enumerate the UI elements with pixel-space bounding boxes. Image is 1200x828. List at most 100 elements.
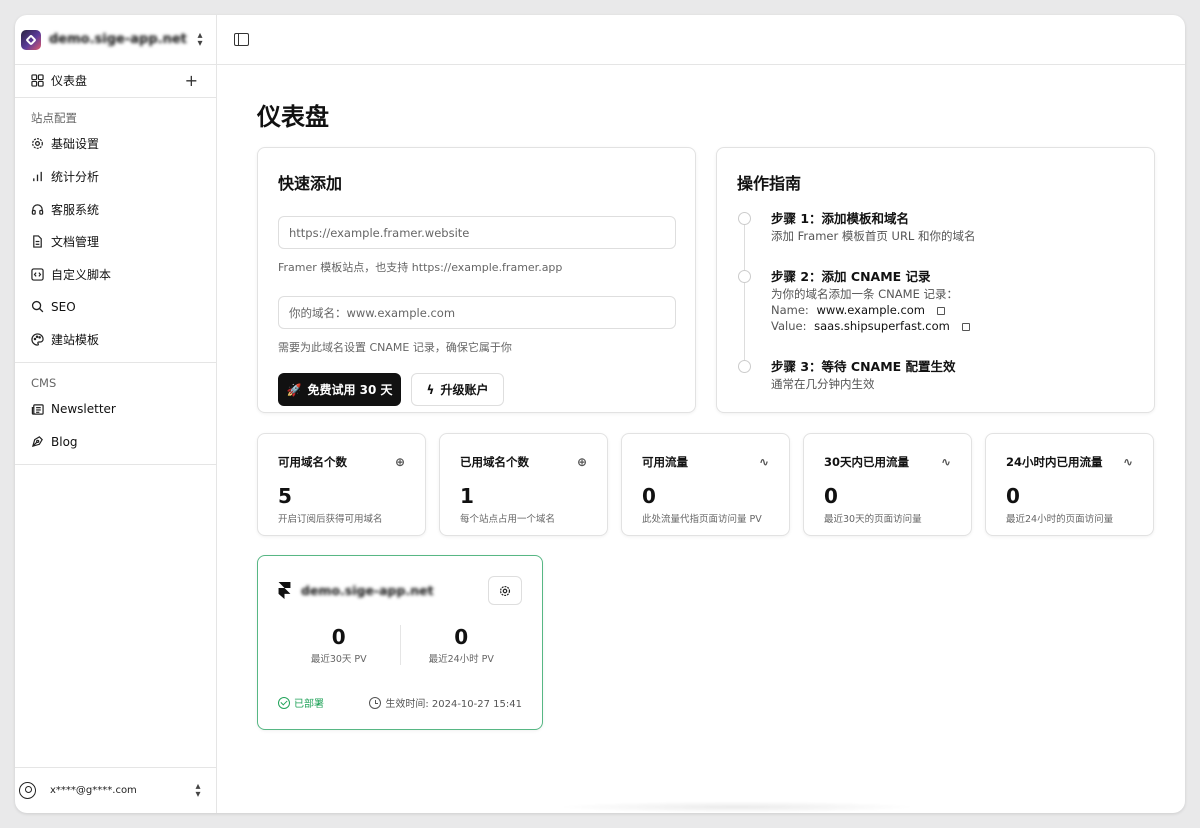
- site-name: demo.sige-app.net: [49, 32, 187, 47]
- add-site-plus-icon[interactable]: +: [185, 71, 198, 90]
- pv-24h-label: 最近24小时 PV: [428, 654, 494, 665]
- template-url-input[interactable]: https://example.framer.website: [278, 216, 676, 249]
- sidebar-item-label: 基础设置: [51, 137, 100, 152]
- sidebar-item-basic-settings[interactable]: 基础设置: [15, 128, 216, 161]
- stat-value: 0: [642, 484, 656, 508]
- step-desc: 通常在几分钟内生效: [771, 377, 875, 391]
- kv-label: Name:: [771, 303, 809, 317]
- sidebar-item-label: 建站模板: [51, 332, 100, 347]
- stat-subtitle: 最近24小时的页面访问量: [1006, 514, 1114, 525]
- copy-icon[interactable]: [936, 307, 945, 315]
- stat-value: 5: [278, 484, 292, 508]
- site-name: demo.sige-app.net: [301, 583, 434, 598]
- sidebar-item-support[interactable]: 客服系统: [15, 193, 216, 226]
- section-title: 站点配置: [31, 110, 77, 125]
- stat-card-available-traffic: 可用流量 ∿ 0 此处流量代指页面访问量 PV: [621, 433, 790, 536]
- stat-card-available-domains: 可用域名个数 ⊕ 5 开启订阅后获得可用域名: [257, 433, 426, 536]
- dashboard-grid-icon: [31, 74, 44, 87]
- site-settings-button[interactable]: [488, 576, 522, 605]
- stat-value: 0: [1006, 484, 1020, 508]
- steps-list: 步骤 1：添加模板和域名 添加 Framer 模板首页 URL 和你的域名 步骤…: [737, 210, 1134, 392]
- sidebar: demo.sige-app.net ▴ ▾ 仪表盘 + 站点配置 基础设置 统计分…: [15, 15, 217, 813]
- code-icon: [31, 268, 44, 281]
- chevron-updown-icon: ▴ ▾: [195, 780, 201, 800]
- card-title: 操作指南: [737, 174, 802, 193]
- stat-title: 可用域名个数: [278, 455, 347, 469]
- step-1: 步骤 1：添加模板和域名 添加 Framer 模板首页 URL 和你的域名: [737, 210, 1134, 244]
- gear-icon: [31, 137, 44, 150]
- headphones-icon: [31, 203, 44, 216]
- globe-icon: ⊕: [394, 455, 405, 469]
- sidebar-item-newsletter[interactable]: Newsletter: [15, 393, 216, 426]
- step-title: 步骤 1：添加模板和域名: [771, 211, 910, 226]
- sidebar-item-label: 统计分析: [51, 169, 100, 184]
- stat-subtitle: 最近30天的页面访问量: [824, 514, 922, 525]
- app-logo-icon: [21, 29, 41, 50]
- user-menu[interactable]: x****@g****.com ▴ ▾: [15, 767, 216, 813]
- globe-icon: ⊕: [576, 455, 587, 469]
- clock-icon: [369, 696, 382, 709]
- sidebar-toggle-icon[interactable]: [234, 33, 249, 46]
- palette-icon: [31, 333, 44, 346]
- step-desc: 添加 Framer 模板首页 URL 和你的域名: [771, 229, 976, 243]
- app-window: demo.sige-app.net ▴ ▾ 仪表盘 + 站点配置 基础设置 统计分…: [15, 15, 1185, 813]
- stat-subtitle: 每个站点占用一个域名: [460, 514, 556, 525]
- stat-title: 30天内已用流量: [824, 455, 910, 469]
- sidebar-item-analytics[interactable]: 统计分析: [15, 160, 216, 193]
- quick-add-card: 快速添加 https://example.framer.website Fram…: [257, 147, 696, 413]
- kv-value: saas.shipsuperfast.com: [814, 319, 950, 333]
- effective-time-label: 生效时间: 2024-10-27 15:41: [385, 699, 522, 710]
- sidebar-item-docs[interactable]: 文档管理: [15, 225, 216, 258]
- chevron-updown-icon: ▴ ▾: [197, 29, 203, 49]
- sidebar-item-custom-script[interactable]: 自定义脚本: [15, 258, 216, 291]
- check-circle-icon: [278, 696, 290, 709]
- domain-hint: 需要为此域名设置 CNAME 记录，确保它属于你: [278, 341, 512, 354]
- gear-icon: [499, 585, 511, 596]
- upgrade-account-button[interactable]: ϟ 升级账户: [411, 373, 504, 406]
- status-label: 已部署: [294, 699, 324, 710]
- cname-value-row: Value: saas.shipsuperfast.com: [771, 318, 1134, 334]
- sidebar-section-cms: CMS Newsletter Blog: [15, 363, 216, 465]
- guide-card: 操作指南 步骤 1：添加模板和域名 添加 Framer 模板首页 URL 和你的…: [716, 147, 1155, 413]
- sidebar-item-seo[interactable]: SEO: [15, 291, 216, 324]
- sidebar-item-blog[interactable]: Blog: [15, 425, 216, 458]
- step-2: 步骤 2：添加 CNAME 记录 为你的域名添加一条 CNAME 记录： Nam…: [737, 268, 1134, 334]
- sidebar-item-dashboard[interactable]: 仪表盘 +: [15, 65, 216, 98]
- search-icon: [31, 300, 44, 313]
- stat-card-traffic-24h: 24小时内已用流量 ∿ 0 最近24小时的页面访问量: [985, 433, 1154, 536]
- framer-logo-icon: [278, 582, 291, 599]
- sidebar-item-templates[interactable]: 建站模板: [15, 323, 216, 356]
- stat-value: 1: [460, 484, 474, 508]
- site-card[interactable]: demo.sige-app.net 0 最近30天 PV 0 最近24小时 PV: [257, 555, 543, 730]
- cname-name-row: Name: www.example.com: [771, 302, 1134, 318]
- step-desc: 为你的域名添加一条 CNAME 记录：: [771, 287, 958, 301]
- activity-icon: ∿: [1122, 455, 1133, 469]
- sidebar-item-label: 自定义脚本: [51, 267, 112, 282]
- sidebar-item-label: SEO: [51, 299, 76, 314]
- bar-chart-icon: [31, 170, 44, 183]
- site-switcher[interactable]: demo.sige-app.net ▴ ▾: [15, 15, 216, 65]
- lightning-icon: ϟ: [426, 382, 435, 397]
- domain-input[interactable]: 你的域名：www.example.com: [278, 296, 676, 329]
- rocket-icon: 🚀: [286, 382, 302, 397]
- stat-subtitle: 此处流量代指页面访问量 PV: [642, 514, 762, 525]
- stat-card-used-domains: 已用域名个数 ⊕ 1 每个站点占用一个域名: [439, 433, 608, 536]
- activity-icon: ∿: [758, 455, 769, 469]
- sidebar-section-site-config: 站点配置 基础设置 统计分析 客服系统 文档管理 自定义脚本 SEO 建站模板: [15, 98, 216, 363]
- pv-30d-label: 最近30天 PV: [310, 654, 367, 665]
- free-trial-button[interactable]: 🚀 免费试用 30 天: [278, 373, 401, 406]
- copy-icon[interactable]: [961, 323, 970, 331]
- main-content: 仪表盘 快速添加 https://example.framer.website …: [217, 15, 1185, 813]
- stat-value: 0: [824, 484, 838, 508]
- sidebar-item-label: 客服系统: [51, 202, 100, 217]
- sidebar-item-label: 仪表盘: [51, 74, 88, 89]
- stat-subtitle: 开启订阅后获得可用域名: [278, 514, 383, 525]
- step-dot: [738, 270, 751, 283]
- document-icon: [31, 235, 44, 248]
- topbar: [217, 15, 1185, 65]
- step-title: 步骤 3：等待 CNAME 配置生效: [771, 359, 956, 374]
- pv-30d-value: 0: [331, 625, 346, 649]
- effective-time: 生效时间: 2024-10-27 15:41: [369, 695, 522, 710]
- template-url-hint: Framer 模板站点，也支持 https://example.framer.a…: [278, 261, 563, 274]
- card-title: 快速添加: [278, 174, 343, 193]
